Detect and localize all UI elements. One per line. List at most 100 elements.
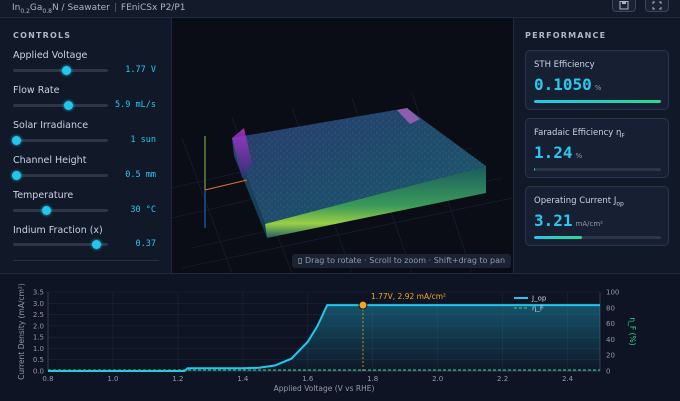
y2-tick-label: 60 bbox=[606, 320, 615, 328]
controls-title: CONTROLS bbox=[13, 31, 72, 40]
card-label: Operating Current Jop bbox=[534, 196, 624, 208]
y-tick-label: 3.0 bbox=[33, 300, 44, 308]
control-value: 1 sun bbox=[130, 135, 156, 145]
faradaic-progress-bar bbox=[534, 168, 661, 171]
operating-current-card: Operating Current Jop 3.21 mA/cm² bbox=[525, 186, 669, 246]
faradaic-value: 1.24 bbox=[534, 143, 573, 162]
save-button[interactable] bbox=[612, 0, 636, 12]
sth-value: 0.1050 bbox=[534, 75, 592, 94]
iv-chart-panel: 0.8 1.0 1.2 1.4 1.6 1.8 2.0 2.2 2.4 0.0 0.5 1.0 1.5 2… bbox=[0, 273, 680, 401]
expand-button[interactable] bbox=[645, 0, 669, 12]
y2-tick-label: 40 bbox=[606, 336, 615, 344]
control-value: 30 °C bbox=[130, 205, 156, 215]
card-unit: % bbox=[594, 84, 602, 92]
x-tick-label: 2.0 bbox=[432, 375, 443, 383]
y-tick-label: 0.5 bbox=[33, 356, 44, 364]
title-text: N / Seawater bbox=[51, 3, 110, 13]
3d-viewport[interactable]: ▯ Drag to rotate · Scroll to zoom · Shif… bbox=[172, 18, 513, 273]
performance-title: PERFORMANCE bbox=[525, 31, 607, 40]
legend-label-eta-f: η_F bbox=[532, 305, 544, 313]
control-value: 0.5 mm bbox=[125, 170, 156, 180]
indium-fraction-slider[interactable] bbox=[13, 240, 108, 249]
sth-efficiency-card: STH Efficiency 0.1050% bbox=[525, 50, 669, 110]
card-label-text: Faradaic Efficiency η bbox=[534, 128, 622, 138]
control-value: 5.9 mL/s bbox=[115, 100, 156, 110]
card-label-subscript: op bbox=[616, 200, 624, 208]
viewer-hint: ▯ Drag to rotate · Scroll to zoom · Shif… bbox=[292, 254, 512, 268]
flow-rate-slider[interactable] bbox=[13, 101, 108, 110]
slider-thumb[interactable] bbox=[12, 136, 22, 145]
app-title: In0.2Ga0.8N / Seawater | FEniCSx P2/P1 bbox=[12, 3, 186, 15]
mouse-icon: ▯ bbox=[298, 256, 303, 265]
current-progress-bar bbox=[534, 236, 661, 239]
control-value: 0.37 bbox=[135, 239, 156, 249]
y-tick-label: 3.5 bbox=[33, 289, 44, 297]
slider-thumb[interactable] bbox=[41, 206, 51, 215]
y2-axis-label: η_F (%) bbox=[628, 317, 637, 345]
3d-render-canvas[interactable] bbox=[172, 18, 513, 273]
y-tick-label: 1.0 bbox=[33, 345, 44, 353]
control-value: 1.77 V bbox=[125, 65, 156, 75]
applied-voltage-slider[interactable] bbox=[13, 66, 108, 75]
marker-label: 1.77V, 2.92 mA/cm² bbox=[371, 292, 446, 301]
j-op-area bbox=[48, 305, 600, 371]
performance-panel: PERFORMANCE STH Efficiency 0.1050% Farad… bbox=[513, 18, 680, 273]
card-label: Faradaic Efficiency ηF bbox=[534, 128, 625, 140]
control-label: Temperature bbox=[13, 190, 74, 201]
progress-fill bbox=[534, 100, 661, 103]
control-label: Channel Height bbox=[13, 155, 87, 166]
y2-tick-label: 0 bbox=[606, 368, 610, 376]
card-value: 1.24% bbox=[534, 143, 582, 162]
current-value: 3.21 bbox=[534, 211, 573, 230]
y-tick-label: 2.0 bbox=[33, 322, 44, 330]
card-value: 0.1050% bbox=[534, 75, 601, 94]
divider bbox=[13, 260, 159, 261]
slider-thumb[interactable] bbox=[61, 66, 71, 75]
x-axis-label: Applied Voltage (V vs RHE) bbox=[274, 384, 375, 393]
x-tick-label: 1.4 bbox=[237, 375, 249, 383]
controls-panel: CONTROLS Applied Voltage 1.77 V Flow Rat… bbox=[0, 18, 172, 273]
card-unit: % bbox=[575, 152, 583, 160]
iv-chart: 0.8 1.0 1.2 1.4 1.6 1.8 2.0 2.2 2.4 0.0 0.5 1.0 1.5 2… bbox=[17, 283, 637, 393]
control-label: Flow Rate bbox=[13, 85, 60, 96]
x-tick-label: 1.8 bbox=[367, 375, 378, 383]
solar-irradiance-slider[interactable] bbox=[12, 136, 108, 145]
control-label: Applied Voltage bbox=[13, 50, 88, 61]
operating-point-marker bbox=[358, 300, 368, 310]
slab-model bbox=[232, 108, 486, 238]
x-tick-label: 2.2 bbox=[497, 375, 508, 383]
control-label: Indium Fraction (x) bbox=[13, 225, 103, 236]
x-tick-label: 1.6 bbox=[302, 375, 314, 383]
title-subscript: 0.8 bbox=[42, 7, 52, 15]
slider-thumb[interactable] bbox=[63, 101, 73, 110]
legend-label-j-op: J_op bbox=[531, 295, 547, 303]
x-tick-label: 2.4 bbox=[562, 375, 574, 383]
title-separator: | bbox=[113, 3, 117, 13]
x-tick-label: 1.2 bbox=[172, 375, 183, 383]
viewer-hint-text: Drag to rotate · Scroll to zoom · Shift+… bbox=[304, 256, 506, 265]
title-text: Ga bbox=[29, 3, 43, 13]
temperature-slider[interactable] bbox=[13, 206, 108, 215]
y2-tick-label: 20 bbox=[606, 352, 615, 360]
y-tick-label: 1.5 bbox=[33, 334, 44, 342]
y-axis-label: Current Density (mA/cm²) bbox=[17, 283, 26, 380]
save-icon bbox=[619, 1, 629, 10]
y-tick-label: 0.0 bbox=[33, 368, 44, 376]
card-label-subscript: F bbox=[621, 132, 625, 140]
channel-height-slider[interactable] bbox=[12, 171, 108, 180]
progress-fill bbox=[534, 168, 536, 171]
control-label: Solar Irradiance bbox=[13, 120, 89, 131]
card-value: 3.21 mA/cm² bbox=[534, 211, 603, 230]
card-unit: mA/cm² bbox=[575, 220, 603, 228]
y2-tick-label: 80 bbox=[606, 304, 615, 312]
title-subscript: 0.2 bbox=[20, 7, 30, 15]
x-tick-label: 1.0 bbox=[107, 375, 118, 383]
slider-thumb[interactable] bbox=[12, 171, 22, 180]
sth-progress-bar bbox=[534, 100, 661, 103]
x-tick-label: 0.8 bbox=[42, 375, 53, 383]
slider-thumb[interactable] bbox=[92, 240, 102, 249]
card-label: STH Efficiency bbox=[534, 60, 595, 70]
y-tick-label: 2.5 bbox=[33, 311, 44, 319]
solver-label: FEniCSx P2/P1 bbox=[120, 3, 186, 13]
expand-icon bbox=[652, 1, 662, 10]
